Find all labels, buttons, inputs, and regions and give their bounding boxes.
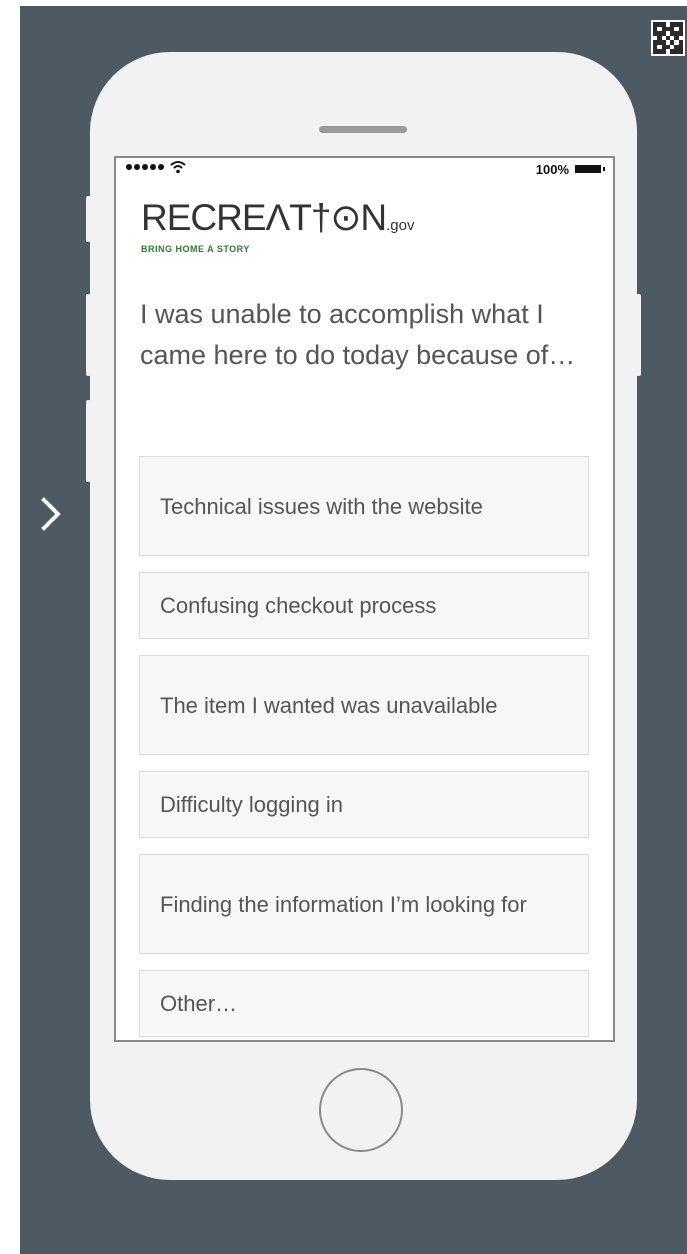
phone-screen: 100% RECREΛT†⊙N.gov BRING HOME A STORY I… — [114, 156, 615, 1042]
answer-options: Technical issues with the website Confus… — [139, 456, 589, 1040]
phone-side-button — [86, 196, 91, 242]
signal-icon — [126, 164, 164, 170]
option-item-unavailable[interactable]: The item I wanted was unavailable — [139, 655, 589, 755]
wifi-icon — [170, 161, 186, 174]
prototype-stage: 100% RECREΛT†⊙N.gov BRING HOME A STORY I… — [20, 6, 687, 1254]
qr-code-icon[interactable] — [651, 20, 685, 56]
status-bar: 100% — [116, 158, 613, 180]
option-difficulty-logging-in[interactable]: Difficulty logging in — [139, 771, 589, 838]
phone-side-button — [86, 400, 91, 482]
recreation-gov-logo[interactable]: RECREΛT†⊙N.gov BRING HOME A STORY — [141, 198, 461, 258]
option-finding-information[interactable]: Finding the information I’m looking for — [139, 854, 589, 954]
chevron-right-icon[interactable] — [40, 494, 62, 534]
option-other[interactable]: Other… — [139, 970, 589, 1037]
logo-wordmark: RECREΛT†⊙N.gov — [141, 197, 415, 238]
phone-side-button — [86, 294, 91, 376]
option-confusing-checkout[interactable]: Confusing checkout process — [139, 572, 589, 639]
phone-side-button — [636, 294, 641, 376]
option-technical-issues[interactable]: Technical issues with the website — [139, 456, 589, 556]
battery-percentage: 100% — [535, 162, 569, 177]
phone-frame: 100% RECREΛT†⊙N.gov BRING HOME A STORY I… — [86, 52, 641, 1180]
home-button-icon[interactable] — [319, 1068, 403, 1152]
logo-suffix: .gov — [386, 217, 415, 234]
battery-icon — [575, 165, 605, 173]
survey-question: I was unable to accomplish what I came h… — [140, 299, 576, 370]
phone-speaker — [319, 126, 407, 133]
